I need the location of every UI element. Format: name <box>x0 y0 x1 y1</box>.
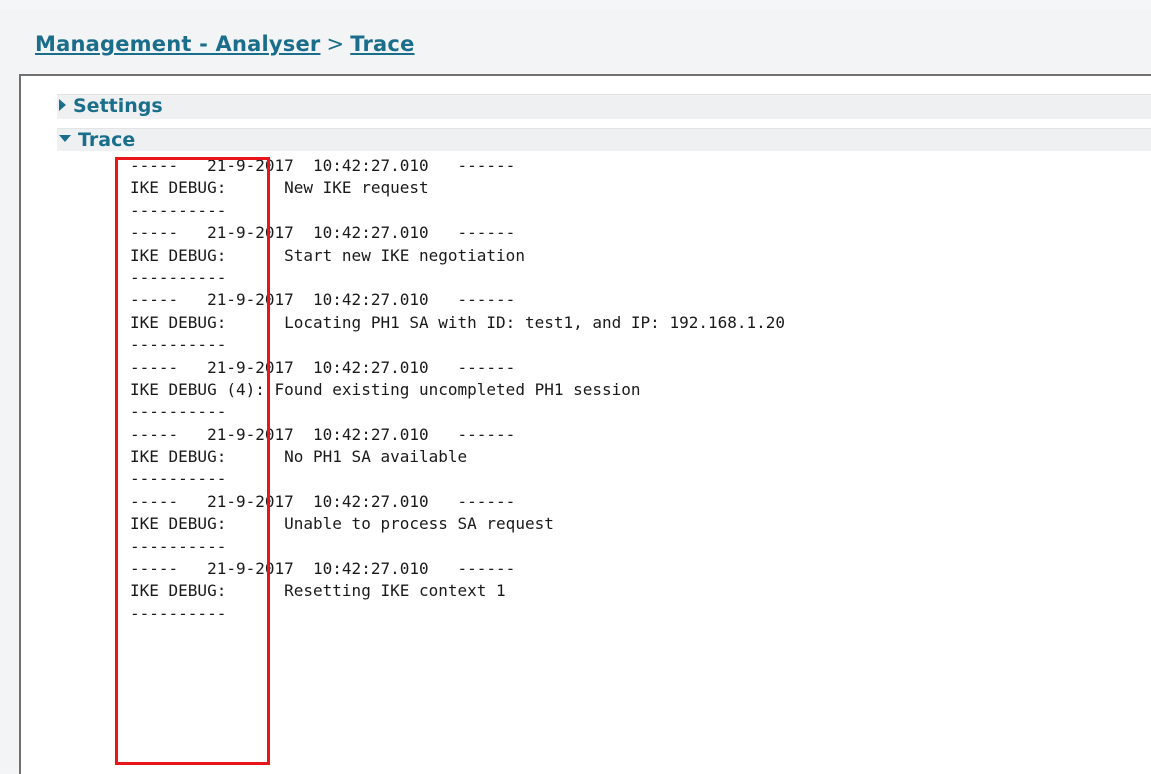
section-header-settings[interactable]: Settings <box>57 94 1151 119</box>
trace-line: ----- 21-9-2017 10:42:27.010 ------ <box>130 559 516 579</box>
trace-line: IKE DEBUG (4): Found existing uncomplete… <box>130 379 641 399</box>
page: Management - Analyser > Trace Settings Tra… <box>0 0 1151 774</box>
breadcrumb-link-analyser[interactable]: Management - Analyser <box>35 32 320 56</box>
breadcrumb-link-trace[interactable]: Trace <box>350 32 414 56</box>
trace-line: ---------- <box>130 603 227 623</box>
trace-line: ---------- <box>130 200 227 220</box>
trace-line: ---------- <box>130 402 227 422</box>
trace-line: IKE DEBUG: Start new IKE negotiation <box>130 245 525 265</box>
trace-line: ---------- <box>130 469 227 489</box>
trace-line: ----- 21-9-2017 10:42:27.010 ------ <box>130 156 516 175</box>
trace-line: ---------- <box>130 267 227 287</box>
section-label-settings: Settings <box>73 95 163 117</box>
trace-log: ----- 21-9-2017 10:42:27.010 ------ IKE D… <box>130 155 785 625</box>
trace-line: ----- 21-9-2017 10:42:27.010 ------ <box>130 424 516 444</box>
section-label-trace: Trace <box>78 129 136 151</box>
trace-line: IKE DEBUG: No PH1 SA available <box>130 447 468 467</box>
top-strip <box>0 0 1151 10</box>
section-header-trace[interactable]: Trace <box>57 128 1151 151</box>
trace-line: IKE DEBUG: New IKE request <box>130 178 429 198</box>
triangle-down-icon <box>59 135 71 142</box>
triangle-right-icon <box>59 98 66 111</box>
trace-line: ---------- <box>130 335 227 355</box>
trace-line: ----- 21-9-2017 10:42:27.010 ------ <box>130 223 516 243</box>
breadcrumb: Management - Analyser > Trace <box>35 32 415 56</box>
trace-line: ----- 21-9-2017 10:42:27.010 ------ <box>130 357 516 377</box>
trace-line: IKE DEBUG: Locating PH1 SA with ID: test… <box>130 312 786 332</box>
trace-line: ---------- <box>130 536 227 556</box>
breadcrumb-separator: > <box>326 32 345 56</box>
trace-line: IKE DEBUG: Resetting IKE context 1 <box>130 581 506 601</box>
trace-line: IKE DEBUG: Unable to process SA request <box>130 514 554 534</box>
trace-line: ----- 21-9-2017 10:42:27.010 ------ <box>130 491 516 511</box>
trace-line: ----- 21-9-2017 10:42:27.010 ------ <box>130 290 516 310</box>
